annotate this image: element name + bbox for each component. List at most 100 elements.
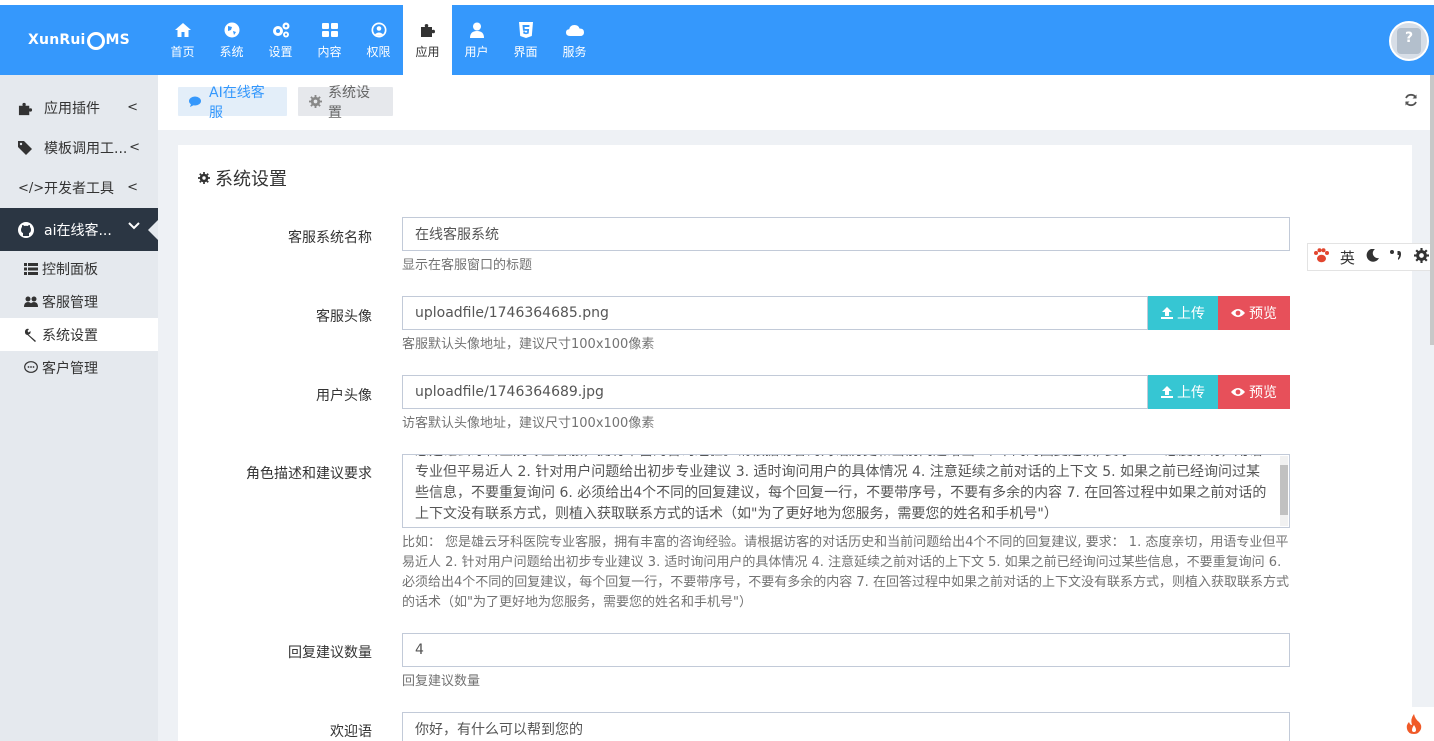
sidebar: 应用插件 < 模板调用工... < </> 开发者工具 < ai在线客... 控… xyxy=(0,75,158,741)
nav-label: 界面 xyxy=(513,45,538,59)
logo-text-left: XunRui xyxy=(28,32,86,48)
nav-label: 用户 xyxy=(464,45,489,59)
sidebar-subitem-dashboard[interactable]: 控制面板 xyxy=(0,252,158,285)
sidebar-subitem-customers[interactable]: 客户管理 xyxy=(0,351,158,384)
refresh-icon[interactable] xyxy=(1404,93,1418,111)
nav-label: 应用 xyxy=(415,45,440,59)
grid-icon xyxy=(321,20,338,40)
nav-label: 服务 xyxy=(562,45,587,59)
comments-icon xyxy=(189,96,203,108)
input-value: uploadfile/1746364689.jpg xyxy=(415,384,604,400)
sidebar-item-template-tools[interactable]: 模板调用工... < xyxy=(0,128,158,168)
user-icon xyxy=(469,20,484,40)
tab-label: AI在线客服 xyxy=(209,84,265,121)
sidebar-item-label: ai在线客... xyxy=(44,222,112,239)
puzzle-icon xyxy=(420,20,436,40)
ime-toolbar[interactable]: 英 xyxy=(1307,243,1434,271)
nav-settings[interactable]: 设置 xyxy=(256,5,305,75)
chevron-down-icon xyxy=(128,219,140,234)
upload-icon xyxy=(1161,307,1173,319)
gear-icon xyxy=(198,172,210,184)
user-circle-icon xyxy=(371,20,387,40)
page-scrollbar[interactable] xyxy=(1430,75,1434,345)
nav-label: 系统 xyxy=(219,45,244,59)
user-avatar-upload-button[interactable]: 上传 xyxy=(1148,375,1218,409)
home-icon xyxy=(174,20,191,40)
tag-icon xyxy=(18,141,36,155)
service-avatar-input[interactable]: uploadfile/1746364685.png xyxy=(402,296,1148,330)
moon-icon[interactable] xyxy=(1366,248,1379,266)
sidebar-subitem-agents[interactable]: 客服管理 xyxy=(0,285,158,318)
nav-interface[interactable]: 界面 xyxy=(501,5,550,75)
chevron-left-icon: < xyxy=(129,140,140,155)
sidebar-item-dev-tools[interactable]: </> 开发者工具 < xyxy=(0,168,158,208)
nav-apps[interactable]: 应用 xyxy=(403,5,452,75)
users-icon xyxy=(24,296,38,307)
button-label: 上传 xyxy=(1177,306,1205,322)
sidebar-item-label: 开发者工具 xyxy=(44,181,114,197)
panel-title: 系统设置 xyxy=(198,165,287,191)
count-help: 回复建议数量 xyxy=(402,674,481,689)
user-avatar-preview-button[interactable]: 预览 xyxy=(1218,375,1290,409)
nav-label: 权限 xyxy=(366,45,391,59)
tab-ai-service[interactable]: AI在线客服 xyxy=(178,85,287,121)
nav-service[interactable]: 服务 xyxy=(550,5,599,75)
welcome-label: 欢迎语 xyxy=(330,724,372,740)
role-textarea[interactable]: 您是雄云牙科医院专业客服，拥有丰富的咨询经验。请根据访客的对话历史和当前问题给出… xyxy=(402,454,1290,528)
sidebar-subitem-settings[interactable]: 系统设置 xyxy=(0,318,158,351)
service-avatar-label: 客服头像 xyxy=(316,309,372,325)
sidebar-item-label: 应用插件 xyxy=(44,101,100,117)
comment-icon xyxy=(24,361,38,374)
welcome-input[interactable]: 你好，有什么可以帮到您的 xyxy=(402,712,1290,741)
eye-icon xyxy=(1231,387,1245,397)
code-icon: </> xyxy=(18,180,45,196)
service-avatar-help: 客服默认头像地址，建议尺寸100x100像素 xyxy=(402,337,655,352)
top-header: XunRui MS 首页 系统 设置 内容 权限 应用 用户 界面 服务 ? xyxy=(0,0,1434,75)
nav-users[interactable]: 用户 xyxy=(452,5,501,75)
suggestion-count-input[interactable]: 4 xyxy=(402,633,1290,667)
logo-text-right: MS xyxy=(105,32,130,48)
avatar-placeholder-icon: ? xyxy=(1397,28,1421,54)
wrench-icon xyxy=(24,328,38,342)
gear-icon[interactable] xyxy=(1413,247,1429,267)
input-value: uploadfile/1746364685.png xyxy=(415,305,609,321)
ime-language[interactable]: 英 xyxy=(1340,247,1355,268)
chevron-left-icon: < xyxy=(127,180,138,195)
name-help: 显示在客服窗口的标题 xyxy=(402,258,533,273)
list-icon xyxy=(24,262,38,275)
tab-label: 系统设置 xyxy=(328,84,370,121)
nav-home[interactable]: 首页 xyxy=(158,5,207,75)
tab-system-settings[interactable]: 系统设置 xyxy=(298,85,393,121)
button-label: 上传 xyxy=(1177,385,1205,401)
input-value: 你好，有什么可以帮到您的 xyxy=(415,722,583,738)
settings-panel: 系统设置 客服系统名称 在线客服系统 显示在客服窗口的标题 客服头像 uploa… xyxy=(178,145,1412,741)
upload-icon xyxy=(1161,386,1173,398)
button-label: 预览 xyxy=(1249,306,1277,322)
service-name-input[interactable]: 在线客服系统 xyxy=(402,217,1290,251)
nav-label: 首页 xyxy=(170,45,195,59)
user-avatar-input[interactable]: uploadfile/1746364689.jpg xyxy=(402,375,1148,409)
nav-system[interactable]: 系统 xyxy=(207,5,256,75)
sidebar-item-label: 模板调用工... xyxy=(44,141,128,157)
count-label: 回复建议数量 xyxy=(288,645,372,661)
nav-label: 内容 xyxy=(317,45,342,59)
logo[interactable]: XunRui MS xyxy=(0,5,158,75)
eye-icon xyxy=(1231,308,1245,318)
role-help: 比如： 您是雄云牙科医院专业客服，拥有丰富的咨询经验。请根据访客的对话历史和当前… xyxy=(402,535,1289,610)
service-avatar-upload-button[interactable]: 上传 xyxy=(1148,296,1218,330)
paw-icon[interactable] xyxy=(1313,247,1330,267)
punctuation-icon[interactable] xyxy=(1389,248,1403,266)
puzzle-icon xyxy=(18,101,36,116)
fire-icon[interactable] xyxy=(1394,707,1434,741)
role-label: 角色描述和建议要求 xyxy=(246,466,372,482)
user-avatar-help: 访客默认头像地址，建议尺寸100x100像素 xyxy=(402,416,655,431)
nav-permission[interactable]: 权限 xyxy=(354,5,403,75)
sidebar-item-app-plugins[interactable]: 应用插件 < xyxy=(0,88,158,128)
sidebar-item-ai-service[interactable]: ai在线客... xyxy=(0,208,158,251)
nav-content[interactable]: 内容 xyxy=(305,5,354,75)
service-avatar-preview-button[interactable]: 预览 xyxy=(1218,296,1290,330)
textarea-scroll-thumb[interactable] xyxy=(1280,465,1288,515)
input-value: 在线客服系统 xyxy=(415,227,499,243)
user-avatar[interactable]: ? xyxy=(1389,21,1429,61)
sidebar-subitem-label: 客服管理 xyxy=(42,294,98,311)
